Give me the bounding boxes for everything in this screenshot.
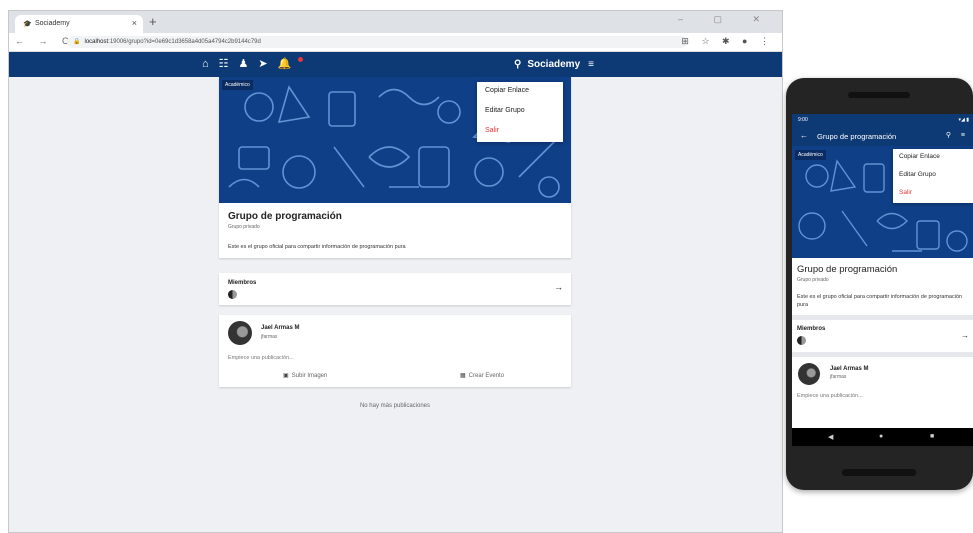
phone-app-bar: ← Grupo de programación ⚲ ≡ — [792, 126, 973, 146]
sociademy-favicon-icon: 🎓 — [23, 21, 32, 28]
address-bar: ← → C 🔒 localhost:19006/grupo?id=0e69c1d3… — [9, 33, 782, 52]
phone-group-name: Grupo de programación — [797, 264, 898, 275]
lock-icon: 🔒 — [73, 39, 81, 45]
phone-group-description: Este es el grupo oficial para compartir … — [797, 294, 963, 308]
search-menu-icons[interactable]: ⚲ ≡ — [946, 131, 969, 139]
send-icon[interactable]: ➤ — [258, 58, 277, 70]
group-cover-image: Académico Copiar Enlace Editar Grupo Sal… — [219, 77, 571, 203]
phone-status-bar: 9:00 ▾◢ ▮ — [792, 114, 973, 126]
window-controls[interactable]: – ▢ ✕ — [678, 14, 774, 25]
phone-menu-item-leave[interactable]: Salir — [893, 185, 973, 203]
hamburger-menu-icon[interactable]: ≡ — [588, 59, 594, 70]
phone-post-input[interactable]: Empiece una publicación... — [797, 393, 863, 399]
phone-group-privacy: Grupo privado — [797, 277, 829, 283]
back-nav-icon[interactable]: ◀ — [828, 433, 833, 441]
group-options-menu: Copiar Enlace Editar Grupo Salir — [477, 82, 563, 142]
member-avatar — [228, 290, 237, 299]
calendar-icon: ▦ — [460, 373, 466, 379]
phone-author-name: Jael Armas M — [830, 366, 869, 372]
phone-frame: 9:00 ▾◢ ▮ ← Grupo de programación ⚲ ≡ Ac… — [786, 78, 973, 490]
upload-image-label: Subir Imagen — [291, 373, 328, 379]
search-icon[interactable]: ⚲ — [514, 59, 521, 70]
url-host: localhost — [84, 39, 109, 45]
phone-group-info: Grupo de programación Grupo privado Este… — [792, 258, 973, 315]
phone-avatar — [798, 363, 820, 385]
category-badge: Académico — [222, 80, 253, 90]
main-content: Académico Copiar Enlace Editar Grupo Sal… — [9, 77, 782, 532]
phone-arrow-right-icon[interactable]: → — [961, 331, 969, 340]
create-event-button[interactable]: ▦ Crear Evento — [460, 372, 504, 379]
group-description: Este es el grupo oficial para compartir … — [228, 244, 406, 250]
phone-menu-item-edit-group[interactable]: Editar Grupo — [893, 167, 973, 185]
phone-speaker — [848, 92, 910, 98]
nav-icons: ⌂☷♟➤🔔 — [202, 57, 304, 70]
url-path: :19006/grupo?id=0e69c1d3658a4d05a4794c2b… — [108, 39, 261, 45]
notification-dot — [298, 57, 304, 62]
person-icon[interactable]: ♟ — [239, 58, 259, 70]
brand-name: Sociademy — [527, 59, 581, 70]
app-navbar: ⌂☷♟➤🔔 ⚲ Sociademy ≡ — [9, 52, 782, 78]
phone-category-badge: Académico — [795, 150, 826, 160]
phone-member-avatar — [797, 336, 806, 345]
phone-group-options-menu: Copiar Enlace Editar Grupo Salir — [893, 149, 973, 203]
empty-feed-message: No hay más publicaciones — [359, 403, 431, 409]
menu-item-edit-group[interactable]: Editar Grupo — [477, 102, 563, 122]
group-info: Grupo de programación Grupo privado Este… — [219, 203, 571, 258]
group-card: Académico Copiar Enlace Editar Grupo Sal… — [219, 77, 571, 258]
group-name: Grupo de programación — [228, 211, 342, 222]
close-tab-icon[interactable]: × — [132, 18, 137, 28]
menu-item-leave[interactable]: Salir — [477, 122, 563, 142]
tab-bar: 🎓 Sociademy × + – ▢ ✕ — [9, 11, 782, 33]
members-label: Miembros — [228, 280, 257, 286]
phone-screen: 9:00 ▾◢ ▮ ← Grupo de programación ⚲ ≡ Ac… — [792, 114, 973, 446]
status-time: 9:00 — [798, 117, 808, 123]
post-composer-card: Jael Armas M jfarmas Empiece una publica… — [219, 315, 571, 387]
recents-nav-icon[interactable]: ■ — [930, 433, 934, 440]
create-event-label: Crear Evento — [468, 373, 505, 379]
extension-icons[interactable]: ⊞ ☆ ✱ ● ⋮ — [681, 36, 774, 47]
menu-item-copy-link[interactable]: Copiar Enlace — [477, 82, 563, 102]
back-arrow-icon[interactable]: ← — [800, 131, 808, 140]
group-privacy: Grupo privado — [228, 224, 260, 230]
phone-bottom-speaker — [842, 469, 916, 476]
author-name: Jael Armas M — [261, 325, 300, 331]
home-icon[interactable]: ⌂ — [202, 58, 219, 70]
browser-window: 🎓 Sociademy × + – ▢ ✕ ← → C 🔒 localhost:1… — [8, 10, 783, 533]
phone-members-label: Miembros — [797, 326, 826, 332]
status-icons: ▾◢ ▮ — [958, 117, 970, 123]
bell-icon[interactable]: 🔔 — [278, 57, 304, 70]
image-icon: ▣ — [283, 373, 289, 379]
tab-title: Sociademy — [35, 20, 70, 27]
avatar — [228, 321, 252, 345]
url-field[interactable]: 🔒 localhost:19006/grupo?id=0e69c1d3658a4d… — [67, 36, 687, 48]
members-card[interactable]: Miembros → — [219, 273, 571, 305]
phone-title: Grupo de programación — [817, 132, 897, 141]
browser-tab[interactable]: 🎓 Sociademy × — [15, 15, 143, 33]
new-tab-button[interactable]: + — [149, 14, 157, 29]
arrow-right-icon[interactable]: → — [554, 282, 563, 292]
phone-group-cover: Académico Copiar Enlace Editar Grupo Sal… — [792, 146, 973, 258]
author-handle: jfarmas — [261, 334, 278, 340]
phone-menu-item-copy-link[interactable]: Copiar Enlace — [893, 149, 973, 167]
brand-area: ⚲ Sociademy ≡ — [514, 59, 594, 70]
nav-buttons[interactable]: ← → C — [15, 36, 75, 46]
phone-post-composer: Jael Armas M jfarmas Empiece una publica… — [792, 357, 973, 401]
upload-image-button[interactable]: ▣ Subir Imagen — [283, 372, 327, 379]
phone-author-handle: jfarmas — [830, 374, 847, 380]
phone-nav-bar: ◀ ● ■ — [792, 428, 973, 446]
groups-icon[interactable]: ☷ — [219, 58, 239, 70]
post-input[interactable]: Empiece una publicación... — [228, 355, 294, 361]
home-nav-icon[interactable]: ● — [879, 433, 883, 440]
phone-members-row[interactable]: Miembros → — [792, 320, 973, 352]
